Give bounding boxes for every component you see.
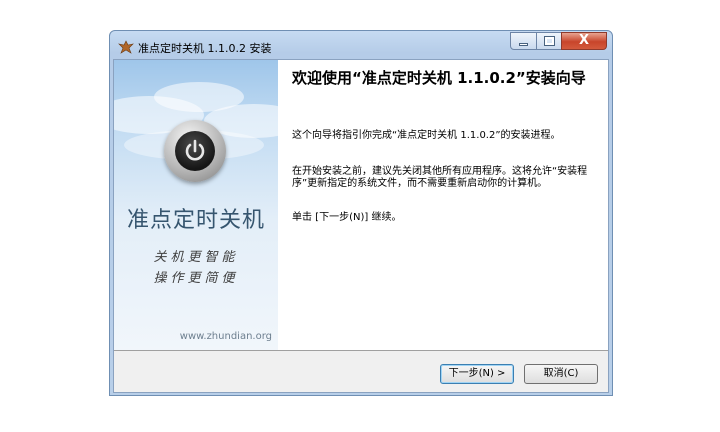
installer-window: 准点定时关机 1.1.0.2 安装 X 准点定时关机 关机更智能 操作更简便 w… — [109, 30, 613, 396]
app-icon — [118, 39, 134, 54]
slogan-line-2: 操作更简便 — [153, 271, 239, 286]
close-button[interactable]: X — [561, 32, 607, 50]
wizard-sidebar: 准点定时关机 关机更智能 操作更简便 www.zhundian.org — [114, 60, 278, 350]
cancel-button[interactable]: 取消(C) — [524, 364, 598, 384]
title-bar[interactable]: 准点定时关机 1.1.0.2 安装 X — [110, 31, 612, 61]
brand-name: 准点定时关机 — [126, 208, 265, 233]
maximize-button[interactable] — [536, 32, 562, 50]
intro-paragraph: 这个向导将指引你完成“准点定时关机 1.1.0.2”的安装进程。 — [292, 130, 561, 141]
minimize-button[interactable] — [510, 32, 537, 50]
wizard-content: 欢迎使用“准点定时关机 1.1.0.2”安装向导 这个向导将指引你完成“准点定时… — [278, 60, 608, 350]
next-button[interactable]: 下一步(N) > — [440, 364, 514, 384]
slogan-line-1: 关机更智能 — [153, 250, 239, 265]
advice-paragraph: 在开始安装之前，建议先关闭其他所有应用程序。这将允许“安装程序”更新指定的系统文… — [292, 166, 588, 189]
power-icon-face — [175, 131, 215, 171]
power-icon — [164, 120, 226, 182]
client-area: 准点定时关机 关机更智能 操作更简便 www.zhundian.org 欢迎使用… — [113, 59, 609, 393]
website-url: www.zhundian.org — [179, 331, 272, 342]
minimize-icon — [519, 43, 528, 46]
window-title: 准点定时关机 1.1.0.2 安装 — [138, 42, 272, 55]
continue-instruction: 单击 [下一步(N)] 继续。 — [292, 212, 402, 223]
button-bar: 下一步(N) > 取消(C) — [114, 350, 608, 392]
close-icon: X — [578, 33, 590, 48]
maximize-icon — [544, 36, 555, 46]
welcome-heading: 欢迎使用“准点定时关机 1.1.0.2”安装向导 — [292, 69, 586, 87]
